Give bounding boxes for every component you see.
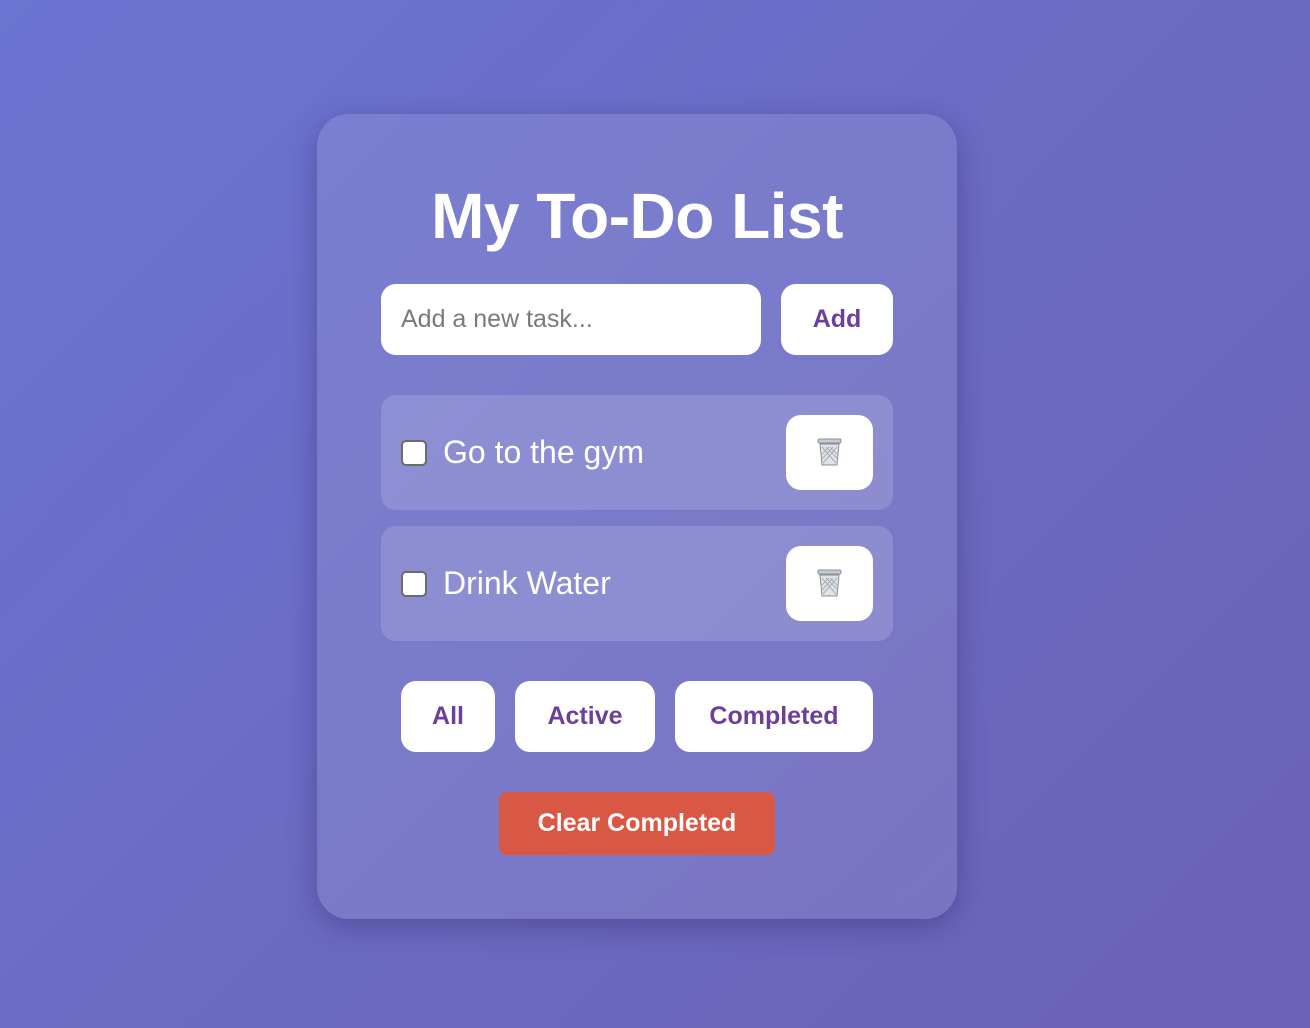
task-text: Drink Water <box>443 565 611 601</box>
task-item: Go to the gym <box>381 395 893 510</box>
trash-icon <box>817 569 842 597</box>
delete-task-button[interactable] <box>786 546 873 621</box>
trash-icon <box>817 438 842 466</box>
task-checkbox[interactable] <box>401 571 427 597</box>
add-button[interactable]: Add <box>781 284 893 355</box>
delete-task-button[interactable] <box>786 415 873 490</box>
filter-completed-button[interactable]: Completed <box>675 681 873 752</box>
new-task-input[interactable] <box>381 284 761 355</box>
task-text: Go to the gym <box>443 434 644 470</box>
task-item: Drink Water <box>381 526 893 641</box>
filter-all-button[interactable]: All <box>401 681 495 752</box>
todo-card: My To-Do List Add Go to the gym Drink Wa… <box>317 114 957 919</box>
clear-completed-button[interactable]: Clear Completed <box>499 792 775 855</box>
filter-active-button[interactable]: Active <box>515 681 655 752</box>
page-title: My To-Do List <box>431 180 843 252</box>
task-checkbox[interactable] <box>401 440 427 466</box>
